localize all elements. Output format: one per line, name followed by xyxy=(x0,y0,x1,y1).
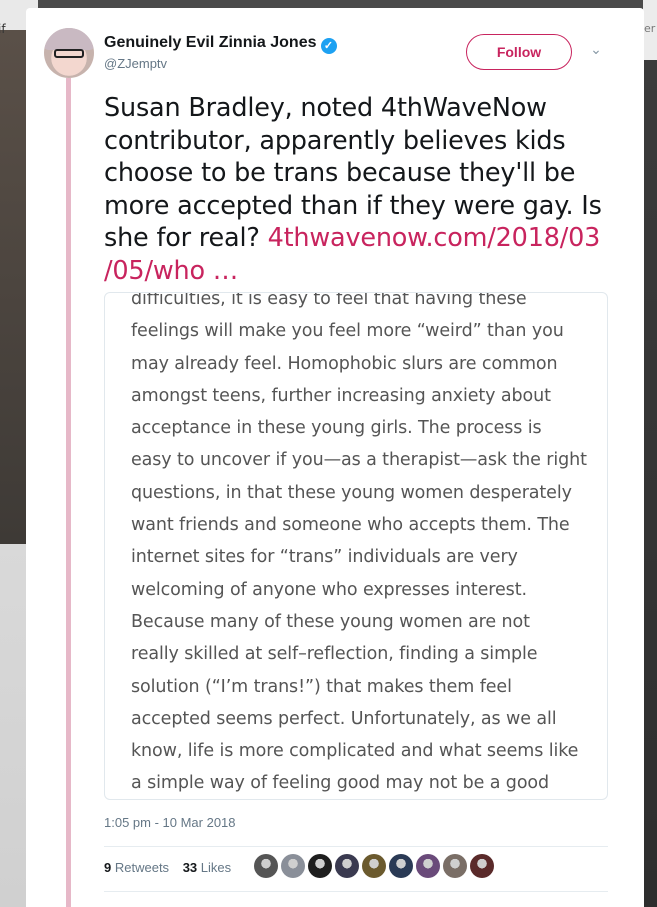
liker-avatar[interactable] xyxy=(443,854,467,878)
tweet-link-continued[interactable]: /05/who … xyxy=(104,255,604,288)
tweet-link[interactable]: 4thwavenow.com/2018/03 xyxy=(268,223,601,253)
engagement-stats: 9 Retweets 33 Likes xyxy=(104,860,231,875)
excerpt-line: a simple way of feeling good may not be … xyxy=(131,773,550,794)
tweet-timestamp[interactable]: 1:05 pm - 10 Mar 2018 xyxy=(104,815,236,830)
tweet-text-line: she for real? 4thwavenow.com/2018/03 xyxy=(104,222,604,255)
liker-avatars xyxy=(254,854,494,878)
tweet-card: Genuinely Evil Zinnia Jones ✓ @ZJemptv Fo… xyxy=(26,8,644,907)
liker-avatar[interactable] xyxy=(281,854,305,878)
excerpt-line: accepted seems perfect. Unfortunately, a… xyxy=(131,708,557,729)
tweet-text-line: contributor, apparently believes kids xyxy=(104,125,566,156)
retweets-label[interactable]: Retweets xyxy=(115,860,169,875)
liker-avatar[interactable] xyxy=(389,854,413,878)
excerpt-line: acceptance in these young girls. The pro… xyxy=(131,418,542,439)
avatar-hair xyxy=(44,28,94,50)
excerpt-line: questions, in that these young women des… xyxy=(131,482,572,503)
excerpt-line: may already feel. Homophobic slurs are c… xyxy=(131,353,558,374)
author-name-text[interactable]: Genuinely Evil Zinnia Jones xyxy=(104,34,317,51)
thread-line xyxy=(66,78,71,907)
excerpt-line: know, life is more complicated and what … xyxy=(131,741,579,762)
tweet-text-line: Susan Bradley, noted 4thWaveNow xyxy=(104,93,547,123)
likes-label[interactable]: Likes xyxy=(201,860,231,875)
liker-avatar[interactable] xyxy=(362,854,386,878)
background-right-strip: er xyxy=(643,0,657,907)
liker-avatar[interactable] xyxy=(335,854,359,878)
avatar[interactable] xyxy=(44,28,94,78)
liker-avatar[interactable] xyxy=(416,854,440,878)
follow-button[interactable]: Follow xyxy=(466,34,572,70)
liker-avatar[interactable] xyxy=(470,854,494,878)
retweets-count[interactable]: 9 xyxy=(104,860,111,875)
liker-avatar[interactable] xyxy=(254,854,278,878)
verified-icon: ✓ xyxy=(320,38,337,54)
likes-count[interactable]: 33 xyxy=(183,860,197,875)
background-text-fragment: if xyxy=(0,22,6,36)
excerpt-line: amongst teens, further increasing anxiet… xyxy=(131,385,551,406)
background-text-fragment: er xyxy=(644,22,656,35)
tweet-text-segment: she for real? xyxy=(104,223,268,253)
excerpt-line: really skilled at self–reflection, findi… xyxy=(131,644,538,665)
divider xyxy=(104,891,608,892)
author-handle[interactable]: @ZJemptv xyxy=(104,56,167,71)
tweet-text-line: more accepted than if they were gay. Is xyxy=(104,190,602,221)
excerpt-line: difficulties, it is easy to feel that ha… xyxy=(131,292,527,309)
author-name[interactable]: Genuinely Evil Zinnia Jones ✓ xyxy=(104,34,337,54)
image-excerpt-text: difficulties, it is easy to feel that ha… xyxy=(131,292,591,799)
excerpt-line: feelings will make you feel more “weird”… xyxy=(131,321,564,342)
attached-image[interactable]: difficulties, it is easy to feel that ha… xyxy=(104,292,608,800)
liker-avatar[interactable] xyxy=(308,854,332,878)
excerpt-line: Because many of these young women are no… xyxy=(131,611,530,632)
tweet-text-line: choose to be trans because they'll be xyxy=(104,158,576,188)
divider xyxy=(104,846,608,847)
excerpt-line: welcoming of anyone who expresses intere… xyxy=(131,579,527,600)
excerpt-line: easy to uncover if you—as a therapist—as… xyxy=(131,450,587,471)
excerpt-line: solution (“I’m trans!”) that makes them … xyxy=(131,676,512,697)
avatar-glasses xyxy=(54,49,84,58)
tweet-text: Susan Bradley, noted 4thWaveNow contribu… xyxy=(104,92,604,287)
chevron-down-icon[interactable]: ⌄ xyxy=(588,42,604,58)
excerpt-line: internet sites for “trans” individuals a… xyxy=(131,547,518,568)
excerpt-line: want friends and someone who accepts the… xyxy=(131,515,570,536)
